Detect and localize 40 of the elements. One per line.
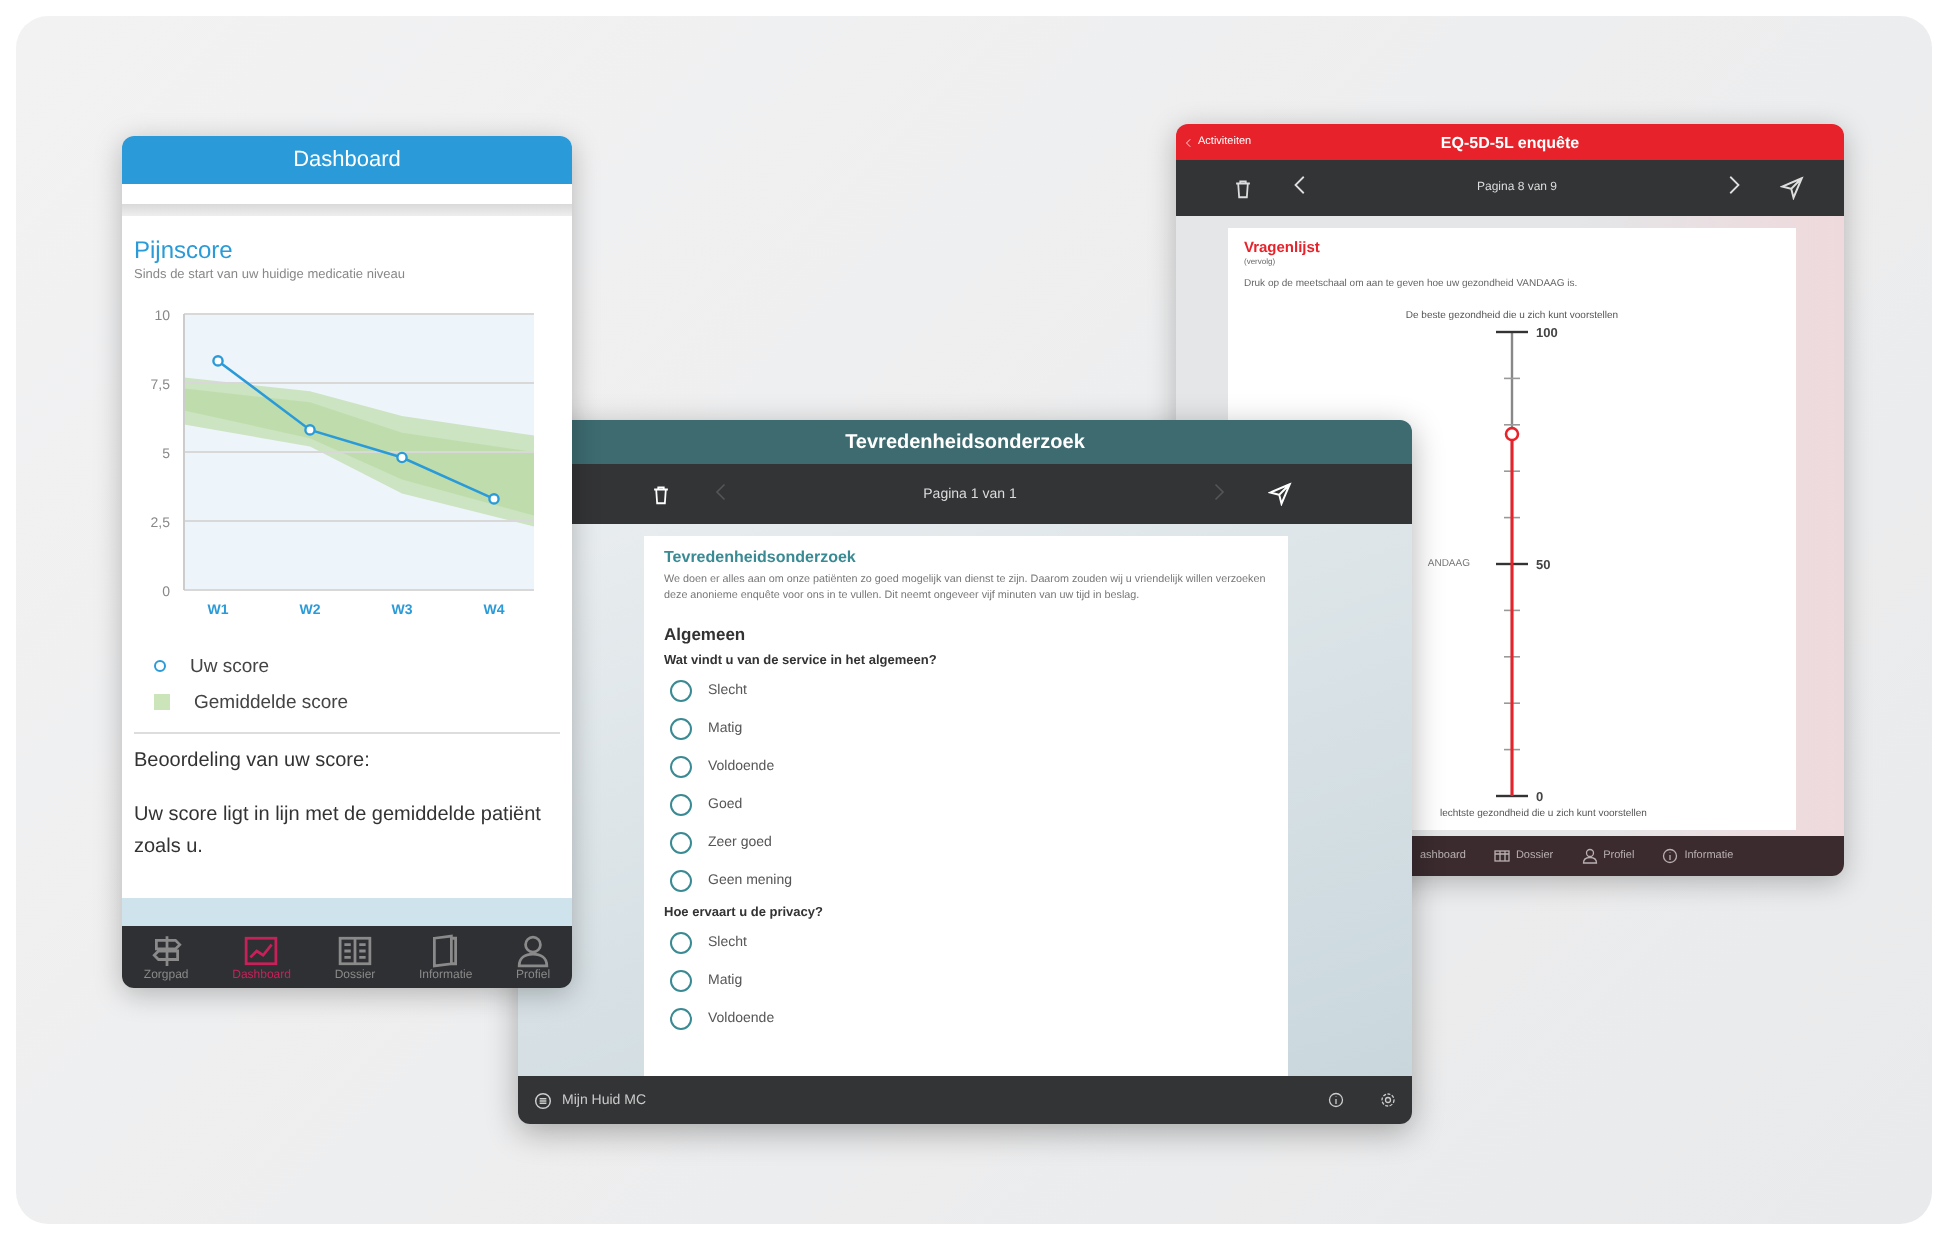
radio-button[interactable]	[670, 794, 692, 817]
person-icon[interactable]	[516, 933, 551, 967]
logo-icon	[534, 1091, 552, 1109]
trash-icon[interactable]	[1232, 177, 1254, 199]
radio-button[interactable]	[670, 932, 692, 955]
radio-button[interactable]	[670, 756, 692, 779]
info-icon[interactable]	[1328, 1092, 1344, 1108]
assessment-label: Beoordeling van uw score:	[134, 750, 372, 772]
send-icon[interactable]	[1780, 176, 1804, 200]
signpost-icon[interactable]	[149, 933, 184, 967]
info-icon[interactable]	[1662, 848, 1679, 864]
chart-icon[interactable]	[244, 933, 279, 967]
window-title: Tevredenheidsonderzoek	[845, 431, 1085, 453]
radio-button[interactable]	[670, 680, 692, 703]
section-heading: Algemeen	[664, 624, 748, 645]
score-point	[488, 493, 500, 505]
legend-label: Gemiddelde score	[194, 691, 349, 713]
score-point	[396, 451, 408, 464]
person-icon[interactable]	[1581, 848, 1598, 864]
assessment-text: Uw score ligt in lijn met de gemiddelde patiënt zoals u.	[134, 802, 543, 861]
legend-label: Uw score	[190, 655, 270, 677]
book-icon[interactable]	[338, 933, 372, 967]
score-point	[304, 424, 316, 436]
window-title: Dashboard	[293, 148, 401, 172]
radio-button[interactable]	[670, 832, 692, 855]
radio-button[interactable]	[670, 1008, 692, 1031]
health-scale-slider[interactable]	[1496, 330, 1528, 798]
score-point	[212, 355, 224, 367]
chevron-left-icon	[1184, 137, 1194, 147]
radio-button[interactable]	[670, 718, 692, 741]
legend-marker-icon	[154, 660, 166, 672]
settings-icon[interactable]	[1380, 1092, 1396, 1108]
radio-button[interactable]	[670, 970, 692, 993]
window-title: EQ-5D-5L enquête	[1440, 133, 1580, 151]
document-icon[interactable]	[428, 933, 463, 967]
legend-swatch-icon	[154, 694, 170, 710]
grid-icon[interactable]	[1493, 848, 1510, 864]
card-title: Pijnscore	[134, 236, 235, 264]
radio-button[interactable]	[670, 870, 692, 893]
form-title: Tevredenheidsonderzoek	[664, 548, 858, 566]
